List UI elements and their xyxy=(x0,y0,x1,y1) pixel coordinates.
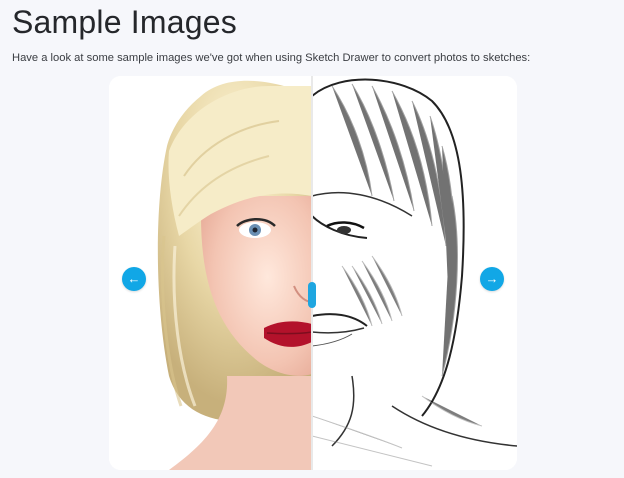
next-image-button[interactable]: → xyxy=(480,267,504,291)
arrow-right-icon: → xyxy=(485,271,499,286)
page-subtitle: Have a look at some sample images we've … xyxy=(12,52,531,64)
comparison-divider xyxy=(311,76,313,470)
arrow-left-icon: ← xyxy=(127,271,141,286)
before-after-image-viewer[interactable] xyxy=(109,76,517,470)
previous-image-button[interactable]: ← xyxy=(122,267,146,291)
comparison-slider-handle[interactable] xyxy=(308,282,316,308)
page-title: Sample Images xyxy=(12,4,237,40)
